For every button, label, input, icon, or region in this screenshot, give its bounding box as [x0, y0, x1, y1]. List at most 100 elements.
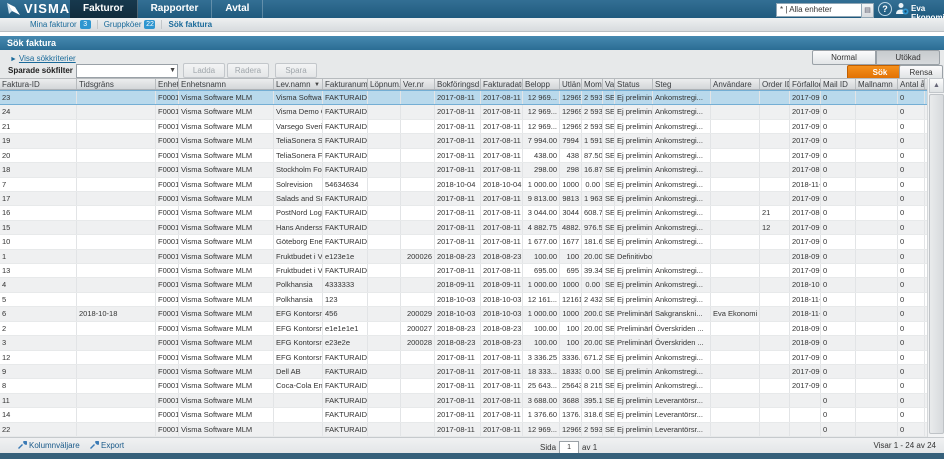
table-row[interactable]: 2 F0001Visma Software MLMEFG Kontorsmöb..…: [0, 321, 927, 337]
cell-levnamn: Varsego Sverige ...: [274, 119, 323, 134]
cell-lopnummer: [368, 278, 401, 292]
column-header-enhet[interactable]: Enhet...: [156, 79, 179, 89]
cell-order-id: 12: [760, 220, 790, 235]
cell-anvandare: [711, 278, 760, 292]
cell-valuta: SEK: [603, 220, 615, 235]
table-row[interactable]: 4 F0001 Visma Software MLM Polkhansia 433333…: [0, 278, 927, 293]
table-row[interactable]: 13 F0001Visma Software MLMFruktbudet i Vä…: [0, 264, 927, 279]
cell-fakturanummer: FAKTURAID09: [323, 206, 368, 220]
column-header-order-id[interactable]: Order ID: [760, 79, 790, 89]
column-header-tidsgrans[interactable]: Tidsgräns: [77, 79, 156, 89]
cell-vernr: [401, 350, 435, 365]
column-header-mallnamn[interactable]: Mallnamn: [856, 79, 898, 89]
column-header-fakturanummer[interactable]: Fakturanum...: [323, 79, 368, 89]
table-row[interactable]: 7 F0001 Visma Software MLM Solrevision 54634…: [0, 177, 927, 192]
cell-antal-ater: 0: [898, 249, 925, 264]
cell-faktura-id: 19: [0, 134, 77, 148]
table-row[interactable]: 1 F0001Visma Software MLMFruktbudet i Väs…: [0, 249, 927, 265]
table-row[interactable]: 9 F0001 Visma Software MLM Dell AB FAKTURAID…: [0, 365, 927, 380]
table-row[interactable]: 17 F0001Visma Software MLMSalads and Smo.…: [0, 191, 927, 207]
column-header-mail-id[interactable]: Mail ID: [821, 79, 856, 89]
column-header-fakturadatum[interactable]: Fakturadatu...: [481, 79, 523, 89]
cell-mail-id: 0: [821, 235, 856, 249]
column-header-enhetsnamn[interactable]: Enhetsnamn: [179, 79, 274, 89]
table-row[interactable]: 10 F0001Visma Software MLMGöteborg Energi…: [0, 235, 927, 250]
cell-momsbelopp: 0.00: [582, 177, 603, 191]
subnav-item-mina-fakturor[interactable]: Mina fakturor 3: [30, 20, 98, 29]
cell-tidsgrans: [77, 393, 156, 408]
cell-lopnummer: [368, 119, 401, 134]
table-row[interactable]: 22 F0001Visma Software MLM FAKTURAID15 2017…: [0, 422, 927, 438]
delete-filter-button[interactable]: Radera: [227, 63, 269, 78]
tab-avtal[interactable]: Avtal: [212, 0, 264, 18]
column-header-steg[interactable]: Steg: [653, 79, 711, 89]
cell-lopnummer: [368, 206, 401, 220]
table-row[interactable]: 12 F0001Visma Software MLMEFG Kontorsmöb.…: [0, 350, 927, 366]
table-row[interactable]: 15 F0001Visma Software MLMHans Andersson …: [0, 220, 927, 236]
table-row[interactable]: 18 F0001Visma Software MLMStockholm Food …: [0, 163, 927, 178]
cell-utlandskt: 12969: [560, 119, 582, 134]
cell-fakturadatum: 2018-08-23: [481, 249, 523, 264]
cell-faktura-id: 17: [0, 191, 77, 206]
column-header-forfallodatum[interactable]: Förfallodatu...: [790, 79, 821, 89]
cell-antal-ater: 0: [898, 350, 925, 365]
table-row[interactable]: 5 F0001 Visma Software MLM Polkhansia 123 201…: [0, 292, 927, 308]
show-criteria-link[interactable]: ► Visa sökkriterier: [10, 54, 76, 63]
column-header-status[interactable]: Status: [615, 79, 653, 89]
scroll-up-icon[interactable]: ▲: [929, 78, 944, 93]
unit-browse-icon[interactable]: ▤: [861, 3, 874, 18]
cell-tidsgrans: [77, 249, 156, 264]
column-header-anvandare[interactable]: Användare: [711, 79, 760, 89]
table-row[interactable]: 11 F0001Visma Software MLM FAKTURAID04 2017…: [0, 393, 927, 409]
cell-levnamn: Göteborg Energi ...: [274, 235, 323, 249]
column-picker-link[interactable]: Kolumnväljare: [18, 441, 80, 450]
column-header-belopp[interactable]: Belopp: [523, 79, 560, 89]
column-header-vernr[interactable]: Ver.nr: [401, 79, 435, 89]
unit-selector-input[interactable]: [776, 3, 866, 17]
cell-enhet: F0001: [156, 307, 179, 321]
saved-filters-select[interactable]: ▼: [76, 64, 178, 78]
table-row[interactable]: 8 F0001Visma Software MLMCoca-Cola Enter.…: [0, 379, 927, 394]
cell-status: Ej preliminärb...: [615, 105, 653, 119]
table-row[interactable]: 24 F0001Visma Software MLMVisma Demo Oli.…: [0, 105, 927, 120]
column-header-faktura-id[interactable]: Faktura-ID: [0, 79, 77, 89]
table-row[interactable]: 16 F0001Visma Software MLMPostNord Logist…: [0, 206, 927, 221]
save-filter-button[interactable]: Spara: [275, 63, 317, 78]
subnav-item-gruppkoer[interactable]: Gruppköer 22: [104, 20, 163, 29]
table-row[interactable]: 14 F0001Visma Software MLM FAKTURAID07 2017…: [0, 408, 927, 423]
column-header-bokforingsdatum[interactable]: Bokföringsd...: [435, 79, 481, 89]
column-header-lopnummer[interactable]: Löpnum...: [368, 79, 401, 89]
vertical-scrollbar[interactable]: ▲ ▼: [927, 78, 944, 452]
table-row[interactable]: 3 F0001Visma Software MLMEFG Kontorsmöb..…: [0, 336, 927, 351]
cell-steg: Ankomstregi...: [653, 163, 711, 177]
help-icon[interactable]: ?: [878, 2, 892, 16]
column-header-levnamn[interactable]: Lev.namn ▼: [274, 79, 323, 89]
column-header-valuta[interactable]: Va...: [603, 79, 615, 89]
cell-tidsgrans: [77, 350, 156, 365]
column-header-momsbelopp[interactable]: Momsb...: [582, 79, 603, 89]
column-header-antal-ater[interactable]: Antal åter...: [898, 79, 925, 89]
cell-status: Ej preliminärb...: [615, 235, 653, 249]
subnav-item-sok-faktura[interactable]: Sök faktura: [168, 20, 218, 29]
table-row[interactable]: 19 F0001Visma Software MLMTeliaSonera Sve…: [0, 134, 927, 149]
table-row[interactable]: 20 F0001Visma Software MLMTeliaSonera Fin…: [0, 148, 927, 164]
extended-view-button[interactable]: Utökad: [876, 50, 940, 65]
normal-view-button[interactable]: Normal: [812, 50, 876, 65]
table-row[interactable]: 23 F0001Visma Software MLMVisma Software …: [0, 90, 927, 106]
cell-utlandskt: 695: [560, 264, 582, 278]
tab-rapporter[interactable]: Rapporter: [138, 0, 213, 18]
cell-tidsgrans: [77, 292, 156, 307]
cell-status: Ej preliminärb...: [615, 408, 653, 422]
cell-order-id: [760, 350, 790, 365]
load-filter-button[interactable]: Ladda: [183, 63, 225, 78]
column-header-utlandskt[interactable]: Utländ...: [560, 79, 582, 89]
export-link[interactable]: Export: [90, 441, 124, 450]
cell-order-id: [760, 292, 790, 307]
table-row[interactable]: 6 2018-10-18 F0001 Visma Software MLM EFG Ko…: [0, 307, 927, 322]
cell-tidsgrans: [77, 365, 156, 379]
tab-fakturor[interactable]: Fakturor: [70, 0, 138, 18]
table-row[interactable]: 21 F0001Visma Software MLMVarsego Sverige…: [0, 119, 927, 135]
cell-enhetsnamn: Visma Software MLM: [179, 379, 274, 393]
scrollbar-thumb[interactable]: [929, 94, 944, 434]
sort-icon[interactable]: ▼: [314, 80, 320, 89]
